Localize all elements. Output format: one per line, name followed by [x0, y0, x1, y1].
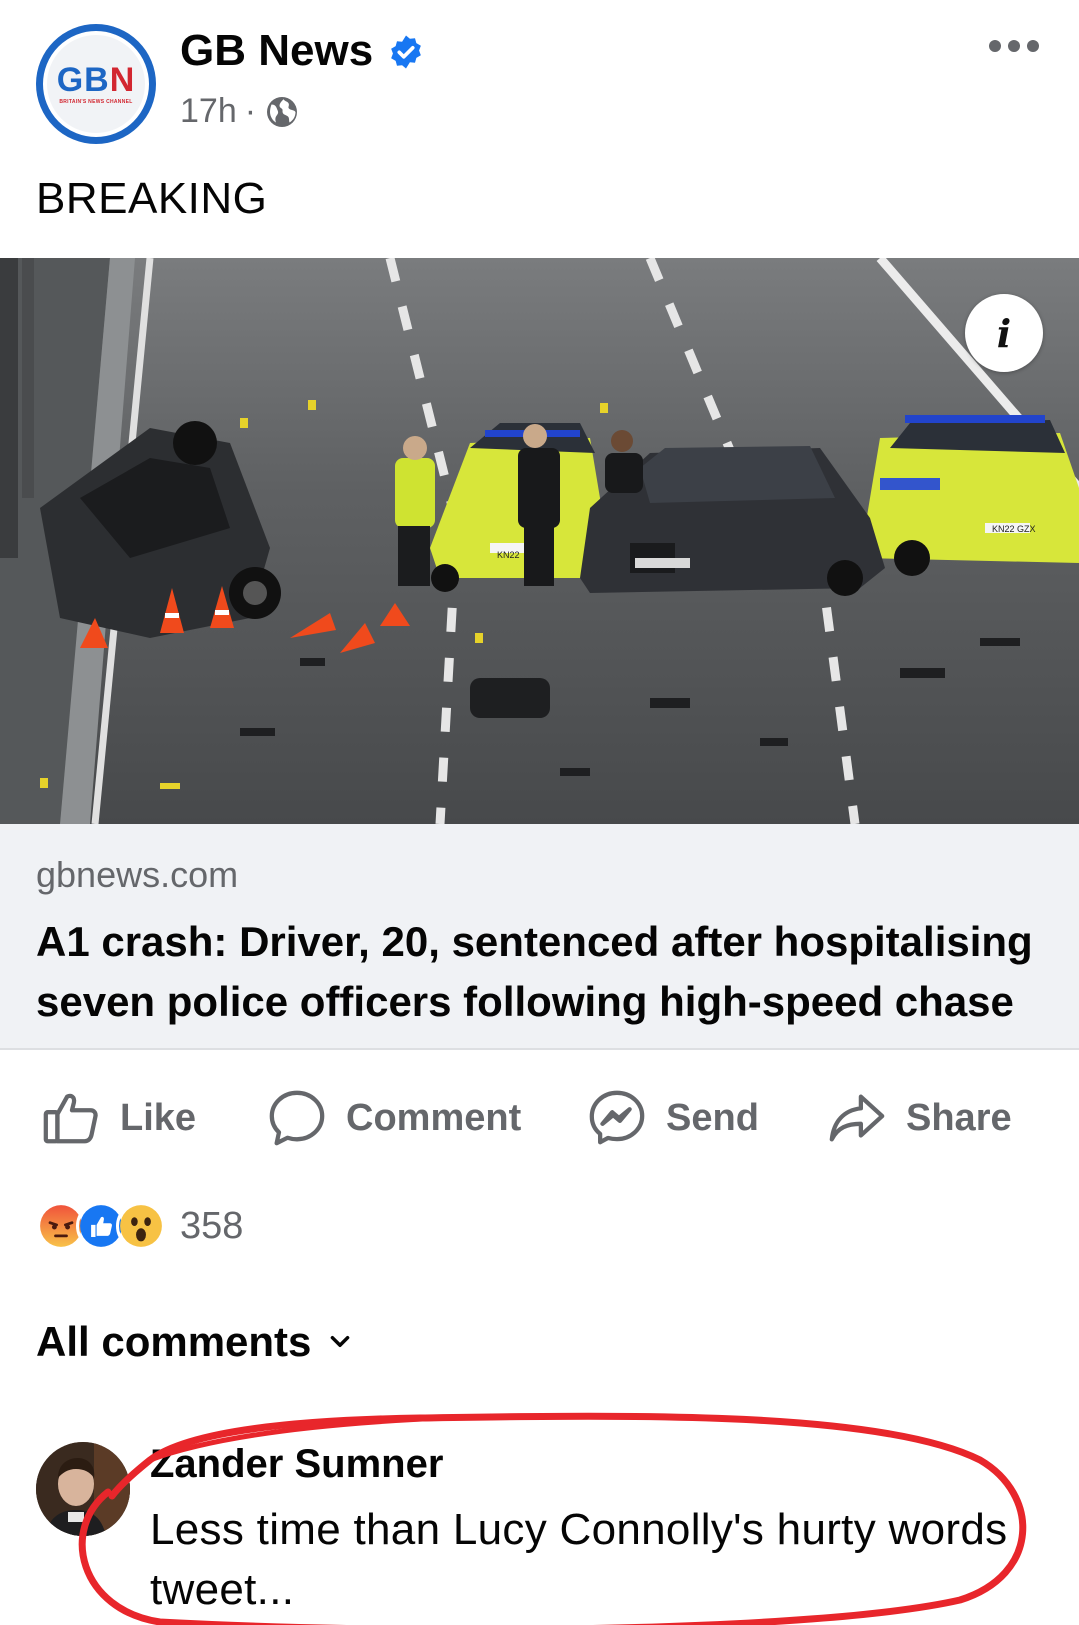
comment-text: Less time than Lucy Connolly's hurty wor…: [150, 1505, 1008, 1614]
officer-hi-vis: [395, 436, 435, 586]
like-button[interactable]: Like: [40, 1086, 196, 1150]
reactions-summary[interactable]: 358: [36, 1200, 243, 1252]
page-avatar[interactable]: GBN BRITAIN'S NEWS CHANNEL: [36, 24, 156, 144]
comment-bubble-icon: [269, 1090, 325, 1146]
police-car-right: [860, 415, 1079, 576]
link-domain: gbnews.com: [36, 854, 239, 895]
gb-news-logo: GBN BRITAIN'S NEWS CHANNEL: [43, 31, 149, 137]
reaction-count: 358: [180, 1204, 244, 1247]
comment-label: Comment: [346, 1096, 522, 1139]
officer-dark: [518, 424, 560, 586]
logo-subtitle: BRITAIN'S NEWS CHANNEL: [59, 99, 133, 105]
thumbs-up-icon: [43, 1093, 98, 1144]
post-meta: 17h ·: [180, 92, 300, 131]
post-text: BREAKING: [36, 174, 268, 223]
commenter-avatar[interactable]: [36, 1442, 130, 1536]
wow-reaction-icon: [116, 1201, 166, 1251]
crash-scene-illustration: KN22 KN22 GZX: [0, 258, 1079, 824]
more-options-icon[interactable]: [989, 40, 1039, 52]
verified-badge-icon: [391, 35, 421, 69]
share-arrow-icon: [829, 1094, 885, 1142]
comments-filter-dropdown[interactable]: All comments: [36, 1318, 353, 1366]
share-button[interactable]: Share: [826, 1086, 1012, 1150]
post-actions: Like Comment Send Share: [0, 1064, 1079, 1174]
article-image[interactable]: KN22 KN22 GZX i: [0, 258, 1079, 824]
info-button[interactable]: i: [965, 294, 1043, 372]
chevron-down-icon: [331, 1335, 350, 1347]
meta-separator: ·: [244, 92, 257, 130]
like-label: Like: [120, 1096, 197, 1139]
commenter-photo: [36, 1442, 130, 1536]
comments-filter-label: All comments: [36, 1318, 312, 1365]
post-time[interactable]: 17h: [180, 92, 237, 131]
comment-button[interactable]: Comment: [266, 1086, 521, 1150]
post-header: GBN BRITAIN'S NEWS CHANNEL GB News 17h ·: [0, 0, 1079, 160]
link-title: A1 crash: Driver, 20, sentenced after ho…: [36, 918, 1033, 1025]
send-button[interactable]: Send: [586, 1086, 759, 1150]
page-name[interactable]: GB News: [180, 26, 373, 76]
globe-icon[interactable]: [264, 94, 300, 130]
share-label: Share: [906, 1096, 1012, 1139]
link-preview[interactable]: gbnews.com A1 crash: Driver, 20, sentenc…: [0, 824, 1079, 1050]
plate-right: KN22 GZX: [992, 524, 1036, 534]
send-label: Send: [666, 1096, 759, 1139]
logo-wordmark: GBN: [56, 61, 136, 99]
comment-author[interactable]: Zander Sumner: [150, 1442, 443, 1487]
plate-left: KN22: [497, 550, 520, 560]
messenger-icon: [589, 1090, 645, 1145]
